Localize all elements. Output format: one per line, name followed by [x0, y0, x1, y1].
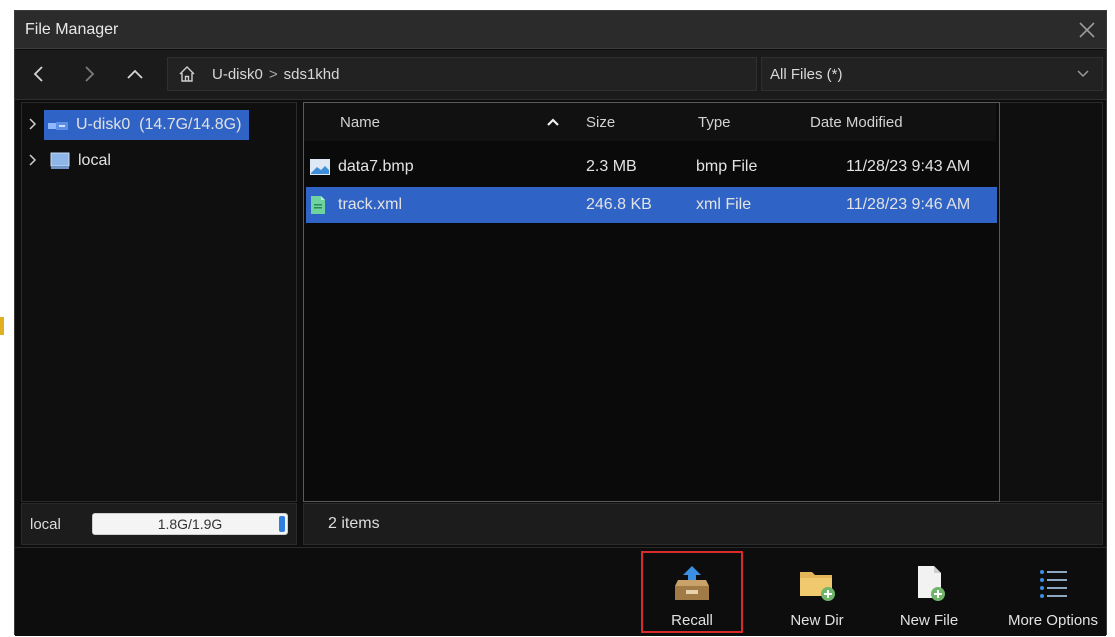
home-icon[interactable]: [178, 65, 196, 83]
up-icon[interactable]: [121, 60, 149, 88]
expand-arrow-icon[interactable]: [22, 117, 44, 133]
new-file-button[interactable]: New File: [879, 552, 979, 634]
file-type: bmp File: [696, 158, 758, 175]
action-toolbar: Recall New Dir New File More Options: [15, 547, 1106, 636]
folder-tree: U-disk0 (14.7G/14.8G) local: [21, 102, 297, 502]
storage-usage-fill: [279, 516, 285, 532]
breadcrumb-folder[interactable]: sds1khd: [284, 66, 340, 83]
usb-drive-icon: [48, 119, 70, 131]
column-header-size[interactable]: Size: [576, 103, 684, 141]
path-bar[interactable]: U-disk0 > sds1khd: [167, 57, 757, 91]
column-header-date[interactable]: Date Modified: [796, 103, 996, 141]
forward-icon[interactable]: [75, 60, 103, 88]
table-row[interactable]: track.xml 246.8 KB xml File 11/28/23 9:4…: [306, 187, 997, 223]
tree-item-label: local: [78, 152, 111, 169]
new-folder-icon: [798, 564, 836, 602]
file-name: data7.bmp: [338, 158, 414, 175]
file-type: xml File: [696, 196, 752, 213]
tree-item-udisk[interactable]: U-disk0 (14.7G/14.8G): [22, 109, 250, 141]
file-type-filter[interactable]: All Files (*): [761, 57, 1103, 91]
navigation-bar: U-disk0 > sds1khd All Files (*): [15, 50, 1106, 100]
more-options-button[interactable]: More Options: [998, 552, 1108, 634]
title-bar: File Manager: [15, 11, 1106, 49]
more-options-label: More Options: [1007, 612, 1099, 629]
file-date: 11/28/23 9:46 AM: [846, 196, 971, 213]
table-row[interactable]: data7.bmp 2.3 MB bmp File 11/28/23 9:43 …: [306, 149, 997, 185]
new-file-label: New File: [899, 612, 959, 629]
close-icon[interactable]: [1068, 11, 1106, 49]
storage-indicator: local 1.8G/1.9G: [21, 503, 297, 545]
file-size: 2.3 MB: [586, 158, 637, 175]
status-bar: 2 items: [303, 503, 1103, 545]
image-file-icon: [310, 158, 330, 176]
file-name: track.xml: [338, 196, 402, 213]
new-file-icon: [910, 564, 948, 602]
new-dir-label: New Dir: [790, 612, 844, 629]
storage-usage-bar: 1.8G/1.9G: [92, 513, 288, 535]
xml-file-icon: [310, 196, 330, 214]
file-date: 11/28/23 9:43 AM: [846, 158, 971, 175]
list-menu-icon: [1034, 564, 1072, 602]
storage-label: local: [30, 516, 61, 533]
storage-usage-text: 1.8G/1.9G: [157, 516, 223, 532]
file-list: Name Size Type Date Modified data7.bmp 2…: [303, 102, 1000, 502]
sort-ascending-icon[interactable]: [546, 103, 576, 141]
column-header-name[interactable]: Name: [304, 103, 576, 141]
breadcrumb-disk[interactable]: U-disk0: [212, 66, 263, 83]
file-manager-window: File Manager U-disk0 > sds1khd All Files…: [14, 10, 1107, 636]
filter-value: All Files (*): [770, 65, 843, 83]
new-dir-button[interactable]: New Dir: [767, 552, 867, 634]
back-icon[interactable]: [25, 60, 53, 88]
file-size: 246.8 KB: [586, 196, 652, 213]
tree-item-local[interactable]: local: [22, 145, 117, 177]
tree-item-label: U-disk0 (14.7G/14.8G): [76, 116, 242, 133]
window-title: File Manager: [25, 21, 119, 38]
local-drive-icon: [50, 152, 70, 170]
breadcrumb-separator: >: [268, 65, 278, 83]
file-list-empty-column: [1000, 102, 1103, 502]
column-header-type[interactable]: Type: [684, 103, 796, 141]
chevron-down-icon[interactable]: [1070, 61, 1096, 87]
edge-marker: [0, 317, 4, 335]
recall-highlight-frame: [641, 551, 743, 633]
expand-arrow-icon[interactable]: [22, 153, 44, 169]
item-count: 2 items: [328, 515, 380, 532]
